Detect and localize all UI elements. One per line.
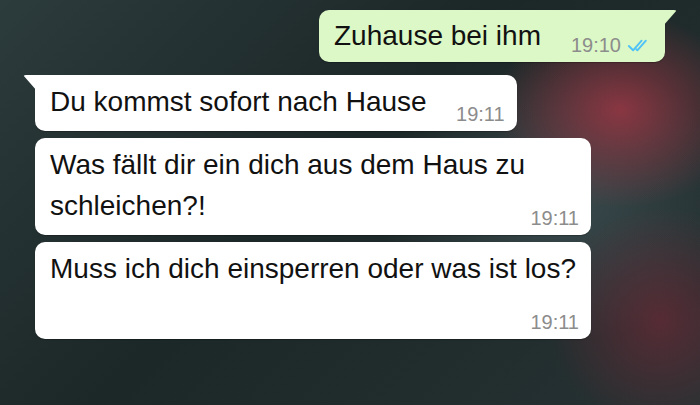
message-row: Muss ich dich einsperren oder was ist lo… <box>35 242 665 339</box>
message-text: Was fällt dir ein dich aus dem Haus zu s… <box>50 149 525 221</box>
message-list: Zuhause bei ihm 19:10 Du kommst sofort n… <box>0 0 700 339</box>
message-text: Muss ich dich einsperren oder was ist lo… <box>50 253 576 284</box>
message-time: 19:11 <box>456 102 505 126</box>
message-time: 19:10 <box>571 33 621 57</box>
message-meta: 19:11 <box>456 102 505 126</box>
message-meta: 19:11 <box>530 310 579 334</box>
message-text: Zuhause bei ihm <box>334 20 541 51</box>
bubble-tail <box>23 75 37 91</box>
message-time: 19:11 <box>530 206 579 230</box>
message-meta: 19:11 <box>530 206 579 230</box>
message-row: Was fällt dir ein dich aus dem Haus zu s… <box>35 138 665 235</box>
message-bubble[interactable]: Was fällt dir ein dich aus dem Haus zu s… <box>35 138 591 235</box>
bubble-tail <box>663 10 677 26</box>
chat-view: Zuhause bei ihm 19:10 Du kommst sofort n… <box>0 0 700 405</box>
double-check-icon <box>627 37 653 54</box>
message-bubble[interactable]: Muss ich dich einsperren oder was ist lo… <box>35 242 591 339</box>
message-time: 19:11 <box>530 310 579 334</box>
message-row: Du kommst sofort nach Hause 19:11 <box>35 75 665 131</box>
message-bubble[interactable]: Zuhause bei ihm 19:10 <box>319 10 665 62</box>
message-bubble[interactable]: Du kommst sofort nach Hause 19:11 <box>35 75 517 131</box>
message-meta: 19:10 <box>571 33 653 57</box>
message-text: Du kommst sofort nach Hause <box>50 86 427 117</box>
message-row: Zuhause bei ihm 19:10 <box>35 10 665 62</box>
